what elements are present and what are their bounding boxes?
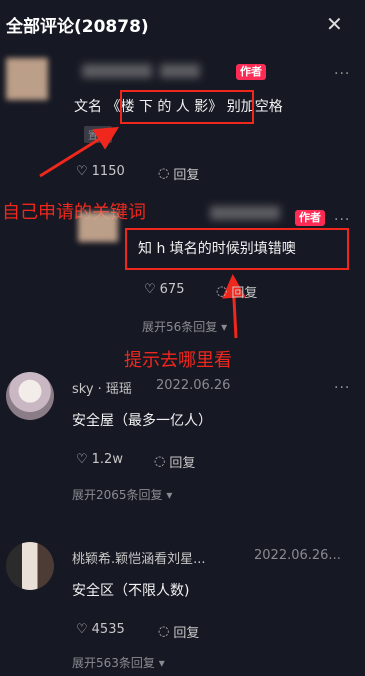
heart-icon: ♡ [144,282,156,297]
avatar[interactable] [78,212,118,242]
reply-icon: ◌ [154,454,166,469]
chevron-down-icon: ▾ [166,488,173,502]
like-button[interactable]: ♡ 675 [144,282,184,297]
comment-text: 知 h 填名的时候别填错噢 [138,241,296,257]
more-icon[interactable]: ··· [334,380,350,396]
avatar[interactable] [6,542,54,590]
expand-label: 展开56条回复 [142,320,218,334]
reply-label: 回复 [231,286,258,301]
like-count: 675 [159,282,185,297]
comment-text: 安全区（不限人数) [72,583,190,599]
annotation-location: 提示去哪里看 [124,350,232,371]
annotation-arrow [39,126,246,339]
like-button[interactable]: ♡ 4535 [76,622,125,637]
chevron-down-icon: ▾ [221,320,228,334]
reply-button[interactable]: ◌ 回复 [216,282,257,301]
reply-label: 回复 [169,456,196,471]
author-name[interactable] [210,206,280,220]
like-count: 4535 [91,622,125,637]
expand-replies[interactable]: 展开2065条回复 ▾ [72,486,172,503]
reply-label: 回复 [173,626,200,641]
like-button[interactable]: ♡ 1.2w [76,452,123,467]
expand-replies[interactable]: 展开56条回复 ▾ [142,318,227,335]
annotation-keyword: 自己申请的关键词 [2,202,146,223]
author-name[interactable]: sky · 瑶瑶 [72,378,132,397]
author-tag: 作者 [295,210,325,226]
comment-date: 2022.06.26 [156,378,231,393]
comment-text: 安全屋（最多一亿人） [72,413,212,429]
author-name[interactable]: 桃颖希.颖恺涵看刘星... [72,548,206,567]
reply-button[interactable]: ◌ 回复 [158,622,199,641]
heart-icon: ♡ [76,452,88,467]
reply-icon: ◌ [216,284,228,299]
more-icon[interactable]: ··· [334,212,350,228]
expand-replies[interactable]: 展开563条回复 ▾ [72,654,165,671]
expand-label: 展开563条回复 [72,656,155,670]
heart-icon: ♡ [76,622,88,637]
chevron-down-icon: ▾ [158,656,165,670]
reply-button[interactable]: ◌ 回复 [154,452,195,471]
avatar[interactable] [6,372,54,420]
expand-label: 展开2065条回复 [72,488,163,502]
reply-icon: ◌ [158,624,170,639]
comment-date: 2022.06.26... [254,548,341,563]
like-count: 1.2w [91,452,123,467]
